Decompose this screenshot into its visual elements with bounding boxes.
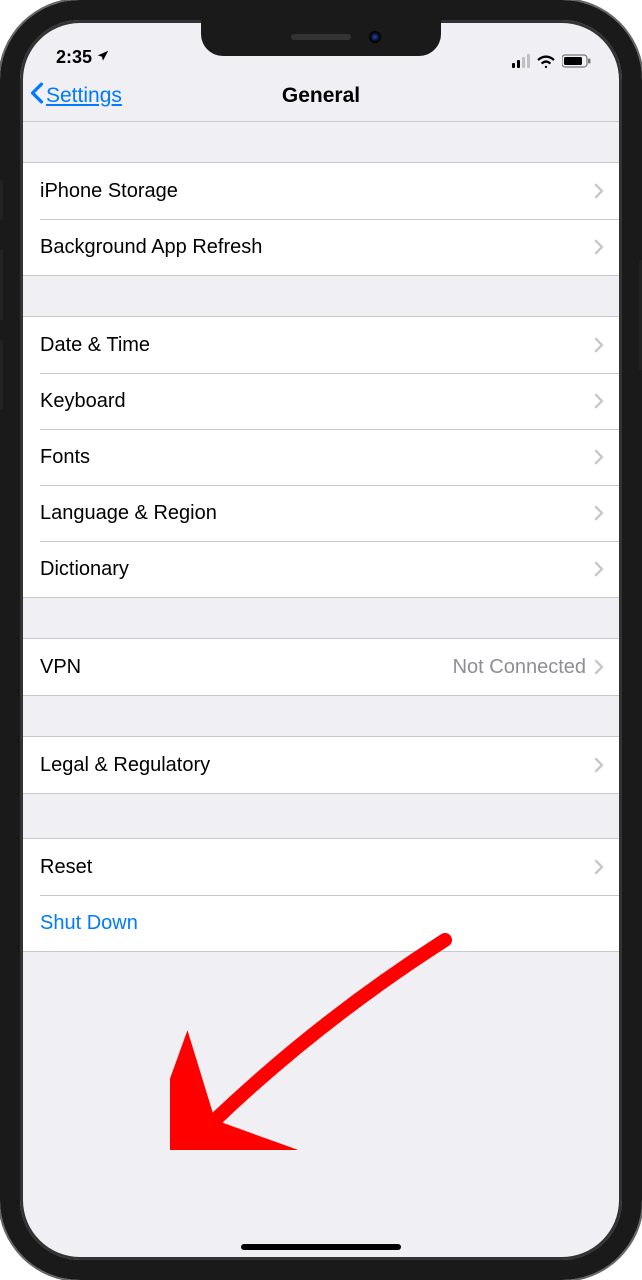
chevron-right-icon bbox=[594, 561, 604, 577]
group-localization: Date & Time Keyboard Fonts Language & Re… bbox=[20, 316, 622, 598]
device-notch bbox=[201, 18, 441, 56]
row-shut-down[interactable]: Shut Down bbox=[20, 895, 622, 951]
row-fonts[interactable]: Fonts bbox=[20, 429, 622, 485]
group-spacer bbox=[20, 122, 622, 162]
group-spacer bbox=[20, 794, 622, 838]
group-spacer bbox=[20, 598, 622, 638]
cellular-signal-icon bbox=[512, 54, 530, 68]
row-label: Date & Time bbox=[40, 334, 594, 357]
screen: 2:35 Settings General bbox=[20, 20, 622, 1260]
row-reset[interactable]: Reset bbox=[20, 839, 622, 895]
row-label: Background App Refresh bbox=[40, 236, 594, 259]
row-vpn[interactable]: VPN Not Connected bbox=[20, 639, 622, 695]
row-label: Language & Region bbox=[40, 502, 594, 525]
row-label: Keyboard bbox=[40, 390, 594, 413]
home-indicator[interactable] bbox=[241, 1244, 401, 1250]
row-label: Legal & Regulatory bbox=[40, 754, 594, 777]
chevron-right-icon bbox=[594, 337, 604, 353]
group-legal: Legal & Regulatory bbox=[20, 736, 622, 794]
row-iphone-storage[interactable]: iPhone Storage bbox=[20, 163, 622, 219]
row-background-app-refresh[interactable]: Background App Refresh bbox=[20, 219, 622, 275]
group-vpn: VPN Not Connected bbox=[20, 638, 622, 696]
status-time: 2:35 bbox=[56, 47, 92, 68]
chevron-right-icon bbox=[594, 393, 604, 409]
battery-icon bbox=[562, 54, 592, 68]
status-left: 2:35 bbox=[56, 47, 110, 68]
chevron-right-icon bbox=[594, 505, 604, 521]
chevron-right-icon bbox=[594, 239, 604, 255]
row-label: Shut Down bbox=[40, 912, 604, 935]
chevron-right-icon bbox=[594, 183, 604, 199]
settings-list[interactable]: iPhone Storage Background App Refresh Da… bbox=[20, 122, 622, 1260]
row-label: VPN bbox=[40, 656, 453, 679]
chevron-right-icon bbox=[594, 659, 604, 675]
group-storage: iPhone Storage Background App Refresh bbox=[20, 162, 622, 276]
row-label: Reset bbox=[40, 856, 594, 879]
row-label: Dictionary bbox=[40, 558, 594, 581]
group-spacer bbox=[20, 696, 622, 736]
row-label: Fonts bbox=[40, 446, 594, 469]
status-right bbox=[512, 54, 592, 68]
row-detail: Not Connected bbox=[453, 656, 586, 679]
chevron-right-icon bbox=[594, 449, 604, 465]
mute-switch bbox=[0, 180, 3, 220]
row-legal-regulatory[interactable]: Legal & Regulatory bbox=[20, 737, 622, 793]
nav-bar: Settings General bbox=[20, 70, 622, 122]
chevron-right-icon bbox=[594, 859, 604, 875]
volume-down-button bbox=[0, 340, 3, 410]
row-date-time[interactable]: Date & Time bbox=[20, 317, 622, 373]
chevron-left-icon bbox=[30, 82, 44, 110]
group-spacer bbox=[20, 276, 622, 316]
group-reset: Reset Shut Down bbox=[20, 838, 622, 952]
row-keyboard[interactable]: Keyboard bbox=[20, 373, 622, 429]
row-label: iPhone Storage bbox=[40, 180, 594, 203]
wifi-icon bbox=[536, 54, 556, 68]
row-dictionary[interactable]: Dictionary bbox=[20, 541, 622, 597]
back-label: Settings bbox=[46, 84, 122, 108]
row-language-region[interactable]: Language & Region bbox=[20, 485, 622, 541]
location-arrow-icon bbox=[96, 47, 110, 68]
volume-up-button bbox=[0, 250, 3, 320]
chevron-right-icon bbox=[594, 757, 604, 773]
back-button[interactable]: Settings bbox=[30, 82, 122, 110]
